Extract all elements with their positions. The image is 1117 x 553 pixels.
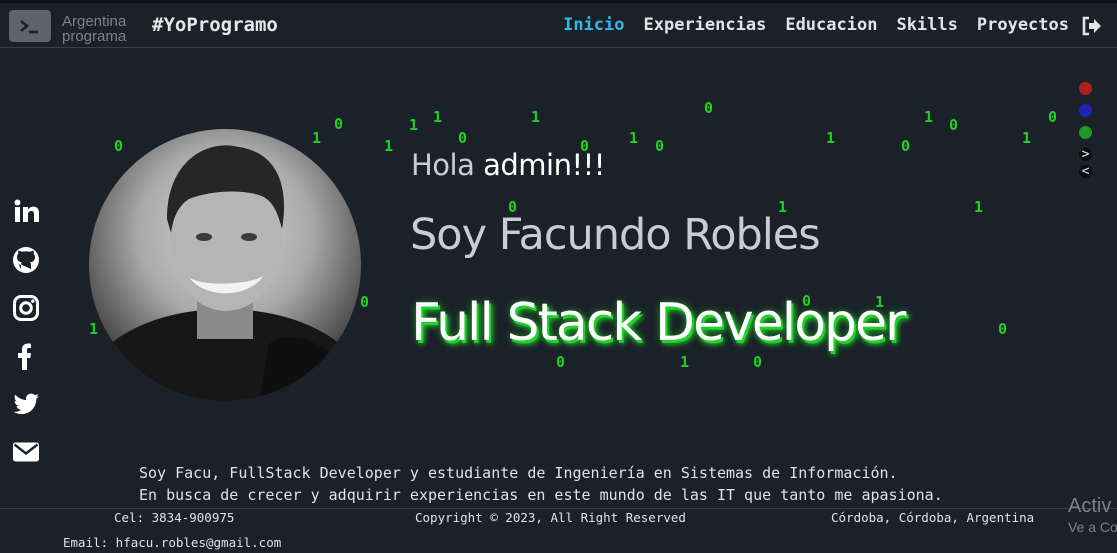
binary-digit: 0 xyxy=(114,137,124,155)
twitter-icon[interactable] xyxy=(12,390,42,420)
envelope-icon[interactable] xyxy=(12,438,42,468)
facebook-icon[interactable] xyxy=(12,342,42,372)
binary-digit: 0 xyxy=(802,292,812,310)
binary-digit: 1 xyxy=(433,108,443,126)
binary-digit: 0 xyxy=(508,198,518,216)
navbar: Argentina programa #YoProgramo Inicio Ex… xyxy=(0,3,1117,48)
binary-digit: 0 xyxy=(458,129,468,147)
binary-digit: 1 xyxy=(89,320,99,338)
nav-link-experiencias[interactable]: Experiencias xyxy=(644,13,767,37)
hero-name: Soy Facundo Robles xyxy=(410,210,821,260)
binary-digit: 1 xyxy=(531,108,541,126)
binary-digit: 0 xyxy=(334,115,344,133)
greeting-prefix: Hola xyxy=(411,148,484,182)
binary-digit: 1 xyxy=(384,137,394,155)
theme-switcher: > < xyxy=(1079,82,1095,182)
about-text: Soy Facu, FullStack Developer y estudian… xyxy=(139,462,943,506)
binary-digit: 1 xyxy=(629,129,639,147)
footer-location: Córdoba, Córdoba, Argentina xyxy=(831,510,1035,525)
sign-out-icon[interactable] xyxy=(1081,16,1103,40)
footer-divider xyxy=(0,508,1117,509)
footer-copyright: Copyright © 2023, All Right Reserved xyxy=(415,510,686,525)
social-links xyxy=(12,198,44,486)
github-icon[interactable] xyxy=(12,246,42,276)
binary-digit: 1 xyxy=(778,198,788,216)
binary-digit: 0 xyxy=(753,353,763,371)
theme-dot-red[interactable] xyxy=(1079,82,1092,95)
theme-dot-blue[interactable] xyxy=(1079,104,1092,117)
binary-digit: 0 xyxy=(949,116,959,134)
brand-name[interactable]: Argentina programa xyxy=(62,14,126,44)
binary-digit: 1 xyxy=(875,293,885,311)
binary-digit: 0 xyxy=(1048,108,1058,126)
binary-digit: 0 xyxy=(556,353,566,371)
binary-digit: 0 xyxy=(655,137,665,155)
footer-email[interactable]: Email: hfacu.robles@gmail.com xyxy=(63,535,281,550)
binary-digit: 1 xyxy=(1022,129,1032,147)
binary-digit: 0 xyxy=(704,99,714,117)
linkedin-icon[interactable] xyxy=(12,198,42,228)
terminal-icon[interactable] xyxy=(9,10,51,42)
nav-link-educacion[interactable]: Educacion xyxy=(785,13,877,37)
hero-role: Full Stack Developer xyxy=(411,293,906,353)
nav-links: Inicio Experiencias Educacion Skills Pro… xyxy=(563,13,1069,37)
binary-digit: 0 xyxy=(998,320,1008,338)
next-arrow-button[interactable]: > xyxy=(1079,148,1092,161)
about-line-1: Soy Facu, FullStack Developer y estudian… xyxy=(139,464,898,482)
nav-link-proyectos[interactable]: Proyectos xyxy=(977,13,1069,37)
activation-watermark: Activ Ve a Co xyxy=(1068,494,1117,536)
greeting: Hola admin!!! xyxy=(411,148,605,182)
binary-digit: 1 xyxy=(924,108,934,126)
watermark-line-2: Ve a Co xyxy=(1068,519,1117,535)
binary-digit: 0 xyxy=(580,137,590,155)
about-line-2: En busca de crecer y adquirir experienci… xyxy=(139,486,943,504)
nav-link-skills[interactable]: Skills xyxy=(896,13,957,37)
binary-digit: 1 xyxy=(312,129,322,147)
watermark-line-1: Activ xyxy=(1068,495,1112,517)
brand-line-1: Argentina xyxy=(62,13,127,30)
brand-line-2: programa xyxy=(62,28,127,45)
hashtag-title: #YoProgramo xyxy=(152,14,278,36)
theme-dot-green[interactable] xyxy=(1079,126,1092,139)
binary-digit: 1 xyxy=(974,198,984,216)
profile-photo xyxy=(89,129,361,401)
binary-digit: 1 xyxy=(409,116,419,134)
prev-arrow-button[interactable]: < xyxy=(1079,165,1092,178)
instagram-icon[interactable] xyxy=(12,294,42,324)
binary-digit: 1 xyxy=(826,129,836,147)
binary-digit: 1 xyxy=(680,353,690,371)
nav-link-inicio[interactable]: Inicio xyxy=(563,13,624,37)
binary-digit: 0 xyxy=(360,293,370,311)
binary-digit: 0 xyxy=(901,137,911,155)
footer-phone: Cel: 3834-900975 xyxy=(114,510,235,525)
